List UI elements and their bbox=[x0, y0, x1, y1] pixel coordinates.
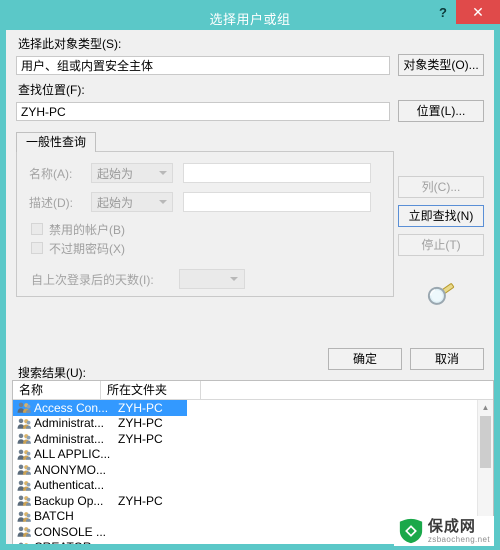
search-results-label: 搜索结果(U): bbox=[18, 366, 86, 380]
result-name: Access Con... bbox=[34, 400, 109, 415]
location-section: 查找位置(F): ZYH-PC 位置(L)... bbox=[6, 83, 494, 122]
user-group-icon bbox=[17, 433, 31, 444]
scrollbar-thumb[interactable] bbox=[480, 416, 491, 468]
description-condition-select[interactable]: 起始为 bbox=[91, 192, 173, 212]
shield-icon bbox=[399, 518, 423, 544]
table-row[interactable]: Authenticat... bbox=[13, 478, 493, 494]
chevron-down-icon bbox=[159, 200, 167, 204]
days-since-logon-label: 自上次登录后的天数(I): bbox=[31, 272, 154, 287]
cancel-button[interactable]: 取消 bbox=[410, 348, 484, 370]
disabled-accounts-checkbox[interactable] bbox=[31, 223, 43, 235]
result-name: BATCH bbox=[34, 509, 74, 524]
title-bar: 选择用户或组 ? ✕ bbox=[6, 0, 500, 30]
name-query-input[interactable] bbox=[183, 163, 371, 183]
non-expiring-password-label: 不过期密码(X) bbox=[49, 241, 125, 256]
object-type-value[interactable]: 用户、组或内置安全主体 bbox=[16, 55, 390, 75]
query-tabstrip: 一般性查询 bbox=[16, 132, 394, 152]
object-types-button[interactable]: 对象类型(O)... bbox=[398, 54, 484, 76]
watermark-name: 保成网 bbox=[427, 517, 476, 535]
result-name: CREATOR ... bbox=[34, 540, 118, 544]
days-since-logon-select[interactable] bbox=[179, 269, 245, 289]
description-query-input[interactable] bbox=[183, 192, 371, 212]
result-folder: ZYH-PC bbox=[118, 416, 163, 431]
ok-button[interactable]: 确定 bbox=[328, 348, 402, 370]
title-bar-buttons: ? ✕ bbox=[430, 0, 500, 24]
columns-button[interactable]: 列(C)... bbox=[398, 176, 484, 198]
user-group-icon bbox=[17, 526, 31, 537]
window-title: 选择用户或组 bbox=[209, 11, 291, 27]
non-expiring-password-checkbox[interactable] bbox=[31, 242, 43, 254]
result-name: Administrat... bbox=[34, 416, 105, 431]
dialog-buttons: 确定 取消 bbox=[328, 348, 484, 370]
watermark: 保成网 zsbaocheng.net bbox=[393, 516, 494, 546]
disabled-accounts-row[interactable]: 禁用的帐户(B) bbox=[31, 220, 383, 238]
result-folder: ZYH-PC bbox=[118, 431, 163, 446]
location-label: 查找位置(F): bbox=[18, 83, 85, 97]
close-icon[interactable]: ✕ bbox=[456, 0, 500, 24]
result-name: ALL APPLIC... bbox=[34, 447, 111, 462]
result-folder: ZYH-PC bbox=[118, 400, 163, 415]
stop-button[interactable]: 停止(T) bbox=[398, 234, 484, 256]
result-name: ANONYMO... bbox=[34, 462, 107, 477]
query-group: 一般性查询 名称(A): 起始为 描述(D): 起始为 禁用的帐户(B) 不过期… bbox=[16, 132, 394, 297]
location-row: ZYH-PC 位置(L)... bbox=[16, 100, 484, 122]
table-row[interactable]: ANONYMO... bbox=[13, 462, 493, 478]
user-group-icon bbox=[17, 480, 31, 491]
column-header-folder[interactable]: 所在文件夹 bbox=[101, 381, 201, 399]
user-group-icon bbox=[17, 449, 31, 460]
locations-button[interactable]: 位置(L)... bbox=[398, 100, 484, 122]
result-name: Backup Op... bbox=[34, 493, 104, 508]
help-icon[interactable]: ? bbox=[430, 0, 456, 24]
result-name: Administrat... bbox=[34, 431, 105, 446]
disabled-accounts-label: 禁用的帐户(B) bbox=[49, 222, 125, 237]
chevron-down-icon bbox=[159, 171, 167, 175]
table-row[interactable]: Backup Op... ZYH-PC bbox=[13, 493, 493, 509]
object-type-section: 选择此对象类型(S): 用户、组或内置安全主体 对象类型(O)... bbox=[6, 37, 494, 76]
user-group-icon bbox=[18, 542, 29, 544]
days-since-logon-row: 自上次登录后的天数(I): bbox=[31, 269, 383, 289]
query-action-buttons: 列(C)... 立即查找(N) 停止(T) bbox=[398, 176, 484, 309]
name-query-row: 名称(A): 起始为 bbox=[29, 162, 383, 184]
dialog-client-area: 选择此对象类型(S): 用户、组或内置安全主体 对象类型(O)... 查找位置(… bbox=[6, 30, 494, 544]
screenshot-root: 选择用户或组 ? ✕ 选择此对象类型(S): 用户、组或内置安全主体 对象类型(… bbox=[0, 0, 500, 550]
table-row[interactable]: Administrat... ZYH-PC bbox=[13, 416, 493, 432]
result-name: CONSOLE ... bbox=[34, 524, 107, 539]
watermark-texts: 保成网 zsbaocheng.net bbox=[428, 519, 490, 544]
column-header-name[interactable]: 名称 bbox=[13, 381, 101, 399]
scroll-up-icon[interactable]: ▲ bbox=[478, 400, 493, 415]
table-row[interactable]: Administrat... ZYH-PC bbox=[13, 431, 493, 447]
table-row[interactable]: ALL APPLIC... bbox=[13, 447, 493, 463]
tab-common-queries[interactable]: 一般性查询 bbox=[16, 132, 97, 152]
watermark-url: zsbaocheng.net bbox=[427, 534, 490, 544]
listview-header: 名称 所在文件夹 bbox=[13, 381, 493, 400]
description-query-label: 描述(D): bbox=[29, 195, 73, 210]
name-condition-value: 起始为 bbox=[97, 166, 134, 181]
result-name: Authenticat... bbox=[34, 478, 105, 493]
common-queries-panel: 名称(A): 起始为 描述(D): 起始为 禁用的帐户(B) 不过期密码(X) … bbox=[16, 151, 394, 297]
find-now-button[interactable]: 立即查找(N) bbox=[398, 205, 484, 227]
description-query-row: 描述(D): 起始为 bbox=[29, 191, 383, 213]
user-group-icon bbox=[17, 402, 31, 413]
object-type-row: 用户、组或内置安全主体 对象类型(O)... bbox=[16, 54, 484, 76]
result-folder: ZYH-PC bbox=[118, 493, 163, 508]
select-users-or-groups-dialog: 选择用户或组 ? ✕ 选择此对象类型(S): 用户、组或内置安全主体 对象类型(… bbox=[0, 0, 500, 550]
description-condition-value: 起始为 bbox=[97, 195, 134, 210]
name-query-label: 名称(A): bbox=[29, 166, 73, 181]
location-value[interactable]: ZYH-PC bbox=[16, 101, 390, 121]
non-expiring-password-row[interactable]: 不过期密码(X) bbox=[31, 239, 383, 257]
column-header-extra[interactable] bbox=[201, 381, 493, 399]
user-group-icon bbox=[17, 464, 31, 475]
user-group-icon bbox=[17, 418, 31, 429]
chevron-down-icon bbox=[230, 277, 238, 281]
user-group-icon bbox=[17, 495, 31, 506]
magnifier-icon bbox=[427, 283, 455, 305]
object-type-label: 选择此对象类型(S): bbox=[18, 37, 122, 51]
name-condition-select[interactable]: 起始为 bbox=[91, 163, 173, 183]
table-row[interactable]: Access Con... ZYH-PC bbox=[13, 400, 187, 416]
user-group-icon bbox=[17, 511, 31, 522]
